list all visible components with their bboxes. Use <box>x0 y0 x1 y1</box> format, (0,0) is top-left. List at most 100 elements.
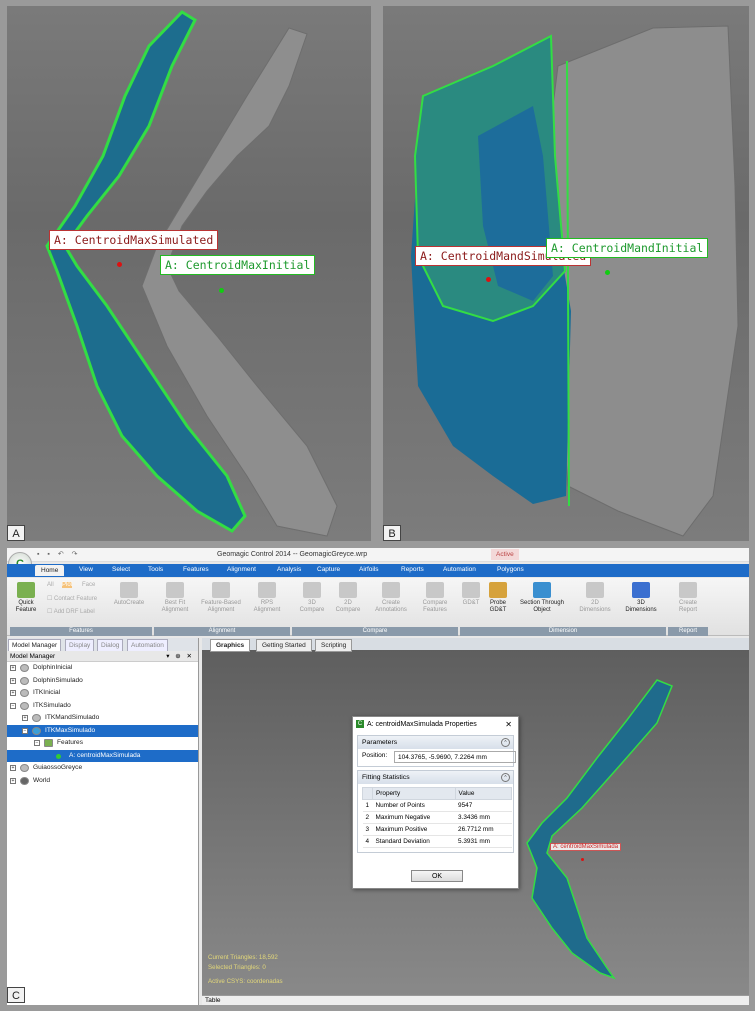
model-manager-title: Model Manager <box>10 653 56 660</box>
add-drf-label-checkbox[interactable]: ☐ Add DRF Label <box>47 608 95 615</box>
dimensions-2d-button[interactable]: 2D Dimensions <box>575 582 615 614</box>
property-column-header: Property <box>372 787 456 800</box>
autocreate-icon <box>120 582 138 598</box>
panel-c-app-window: Geomagic Control 2014 -- GeomagicGreyce.… <box>7 548 749 1005</box>
group-dimension: Dimension <box>460 627 666 636</box>
tree-item-itk-max-simulado[interactable]: − ITKMaxSimulado <box>7 724 198 737</box>
position-field[interactable]: 104.3765, -5.9690, 7.2264 mm <box>394 751 516 763</box>
tab-capture[interactable]: Capture <box>317 566 340 573</box>
quick-access-toolbar[interactable]: ▪ ▪ ↶ ↷ <box>37 550 81 558</box>
gdt-label: GD&T <box>462 600 480 606</box>
autocreate-label: AutoCreate <box>113 600 145 606</box>
tab-analysis[interactable]: Analysis <box>277 566 301 573</box>
dimensions-3d-button[interactable]: 3D Dimensions <box>621 582 661 614</box>
parameters-header[interactable]: Parameters ⌃ <box>358 736 513 749</box>
dialog-title-bar: C A: centroidMaxSimulada Properties ✕ <box>353 717 518 732</box>
create-report-icon <box>679 582 697 598</box>
filter-plot[interactable]: Plot <box>62 582 73 588</box>
tab-tools[interactable]: Tools <box>148 566 163 573</box>
app-logo-icon: C <box>356 720 364 728</box>
tree-item-itk-inicial[interactable]: + ITKInicial <box>7 687 198 700</box>
contact-feature-checkbox[interactable]: ☐ Contact Feature <box>47 595 97 602</box>
expand-icon[interactable]: + <box>10 677 16 684</box>
expand-icon[interactable]: + <box>10 665 16 671</box>
label-centroid-max-initial: A: CentroidMaxInitial <box>160 255 316 275</box>
row-property: Maximum Negative <box>372 811 456 824</box>
collapse-icon[interactable]: ⌃ <box>501 773 510 782</box>
active-badge: Active <box>491 549 519 560</box>
tree-item-centroid-max-simulada[interactable]: A: centroidMaxSimulada <box>7 749 198 762</box>
autocreate-button[interactable]: AutoCreate <box>111 582 147 607</box>
tree-item-guiaosso-greyce[interactable]: + GuiaossoGreyce <box>7 762 198 775</box>
tree-item-dolphin-simulado[interactable]: + DolphinSimulado <box>7 675 198 688</box>
rps-alignment-button[interactable]: RPS Alignment <box>249 582 285 614</box>
ok-button[interactable]: OK <box>411 870 463 882</box>
window-title: Geomagic Control 2014 -- GeomagicGreyce.… <box>217 551 368 558</box>
probe-gdt-icon <box>489 582 507 598</box>
expand-icon[interactable]: + <box>10 690 16 696</box>
tree-item-itk-mand-simulado[interactable]: + ITKMandSimulado <box>7 712 198 725</box>
expand-icon[interactable]: + <box>22 715 28 721</box>
feature-based-alignment-button[interactable]: Feature-Based Alignment <box>199 582 243 614</box>
probe-gdt-button[interactable]: Probe GD&T <box>485 582 511 614</box>
collapse-icon[interactable]: ⌃ <box>501 738 510 747</box>
group-object-icon <box>20 701 29 710</box>
panel-letter-b: B <box>383 525 401 541</box>
tab-airfoils[interactable]: Airfoils <box>359 566 379 573</box>
compare-2d-button[interactable]: 2D Compare <box>333 582 363 614</box>
fitting-statistics-header[interactable]: Fitting Statistics ⌃ <box>358 771 513 784</box>
dimensions-3d-label: 3D Dimensions <box>625 600 657 613</box>
expand-icon[interactable]: + <box>10 765 16 771</box>
tab-select[interactable]: Select <box>112 566 130 573</box>
status-selected-triangles: Selected Triangles: 0 <box>208 964 266 971</box>
best-fit-label: Best Fit Alignment <box>161 600 189 613</box>
section-through-object-button[interactable]: Section Through Object <box>515 582 569 614</box>
best-fit-alignment-button[interactable]: Best Fit Alignment <box>157 582 193 614</box>
group-compare: Compare <box>292 627 458 636</box>
create-annotations-button[interactable]: Create Annotations <box>371 582 411 614</box>
centroid-dot-mand-simulated <box>486 277 491 282</box>
tab-view[interactable]: View <box>79 566 93 573</box>
compare-features-button[interactable]: Compare Features <box>417 582 453 614</box>
collapse-icon[interactable]: − <box>22 727 28 734</box>
row-index: 1 <box>362 799 373 812</box>
tree-label: Features <box>57 739 84 746</box>
tree-item-dolphin-inicial[interactable]: + DolphinInicial <box>7 662 198 675</box>
row-property: Number of Points <box>372 799 456 812</box>
ribbon-tabs: Home View Select Tools Features Alignmen… <box>7 564 749 577</box>
tab-features[interactable]: Features <box>183 566 209 573</box>
compare-3d-button[interactable]: 3D Compare <box>297 582 327 614</box>
centroid-dot-simulated <box>117 262 122 267</box>
group-report: Report <box>668 627 708 636</box>
row-value: 26.7712 mm <box>455 823 512 836</box>
model-manager-panel: Model Manager Display Dialog Automation … <box>7 638 199 1005</box>
table-bar[interactable]: Table <box>202 995 749 1005</box>
group-features: Features <box>10 627 152 636</box>
expand-icon[interactable]: + <box>10 777 16 784</box>
collapse-icon[interactable]: − <box>10 702 16 709</box>
pin-close-icons[interactable]: ▾ ⊕ ✕ <box>166 652 194 660</box>
filter-face[interactable]: Face <box>82 582 95 588</box>
tree-item-itk-simulado[interactable]: − ITKSimulado <box>7 700 198 713</box>
create-report-button[interactable]: Create Report <box>673 582 703 614</box>
graphics-viewport[interactable]: Graphics Getting Started Scripting A: ce… <box>202 638 749 1005</box>
tree-label: ITKInicial <box>33 689 61 696</box>
tree-item-world[interactable]: + World <box>7 775 198 788</box>
gdt-button[interactable]: GD&T <box>459 582 483 607</box>
mesh-object-icon <box>20 689 29 697</box>
tab-automation[interactable]: Automation <box>443 566 476 573</box>
quick-feature-button[interactable]: Quick Feature <box>13 582 39 614</box>
filter-all[interactable]: All <box>47 582 54 588</box>
tab-polygons[interactable]: Polygons <box>497 566 524 573</box>
tree-label: GuiaossoGreyce <box>33 764 83 771</box>
features-folder-icon <box>44 739 53 747</box>
table-row: 3 Maximum Positive 26.7712 mm <box>362 823 512 836</box>
close-icon[interactable]: ✕ <box>505 720 512 729</box>
tab-home[interactable]: Home <box>35 565 65 576</box>
probe-gdt-label: Probe GD&T <box>489 600 507 613</box>
tab-alignment[interactable]: Alignment <box>227 566 256 573</box>
tab-reports[interactable]: Reports <box>401 566 424 573</box>
tree-item-features[interactable]: − Features <box>7 737 198 750</box>
position-row: Position: 104.3765, -5.9690, 7.2264 mm <box>358 749 516 766</box>
collapse-icon[interactable]: − <box>34 740 40 746</box>
